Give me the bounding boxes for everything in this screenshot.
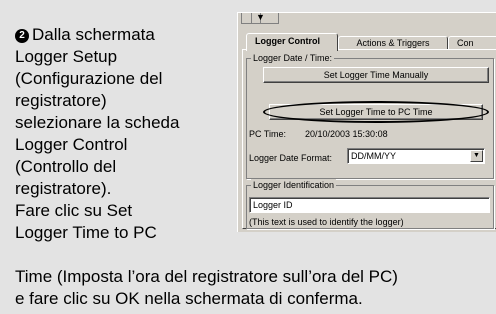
tab-logger-control[interactable]: Logger Control [246, 33, 338, 51]
identification-hint: (This text is used to identify the logge… [249, 217, 404, 227]
instruction-line: Logger Control [15, 135, 128, 154]
instruction-line: selezionare la scheda [15, 113, 180, 132]
set-time-manually-button[interactable]: Set Logger Time Manually [263, 67, 489, 83]
instruction-line: registratore) [15, 91, 107, 110]
identification-group: Logger Identification Logger ID (This te… [246, 179, 494, 229]
group-label: Logger Date / Time: [251, 52, 335, 64]
tab-actions-triggers[interactable]: Actions & Triggers [338, 36, 448, 50]
instruction-line: Logger Setup [15, 47, 118, 66]
pc-time-label: PC Time: [249, 129, 287, 139]
instruction-line: (Controllo del [15, 157, 117, 176]
instruction-line: Fare clic su Set [15, 201, 133, 220]
instruction-line: (Configurazione del [15, 69, 163, 88]
instruction-line: e fare clic su OK nella schermata di con… [15, 289, 363, 308]
instruction-line: 2 Dalla schermata [15, 24, 243, 46]
instruction-line: registratore). [15, 179, 112, 198]
instruction-line: Time (Imposta l’ora del registratore sul… [15, 267, 398, 286]
date-time-group: Logger Date / Time: Set Logger Time Manu… [246, 52, 494, 179]
chevron-down-icon[interactable]: ▼ [470, 150, 483, 162]
caret-icon: ▼ [256, 12, 265, 22]
date-format-select[interactable]: DD/MM/YY ▼ [347, 148, 485, 164]
group-label: Logger Identification [251, 179, 337, 191]
tab-panel: Logger Date / Time: Set Logger Time Manu… [242, 49, 496, 229]
logger-setup-dialog: ▼ Logger Control Actions & Triggers Con … [237, 12, 496, 232]
set-time-to-pc-button[interactable]: Set Logger Time to PC Time [269, 104, 483, 120]
pc-time-value: 20/10/2003 15:30:08 [305, 129, 388, 139]
tab-con[interactable]: Con [448, 36, 496, 50]
date-format-label: Logger Date Format: [249, 153, 333, 163]
instruction-text: 2 Dalla schermata Logger Setup (Configura… [15, 24, 243, 244]
instruction-line: Logger Time to PC [15, 223, 157, 242]
tab-strip: Logger Control Actions & Triggers Con [244, 32, 496, 51]
step-number-badge: 2 [15, 29, 29, 43]
logger-id-input[interactable]: Logger ID [249, 197, 490, 213]
instruction-text-tail: Time (Imposta l’ora del registratore sul… [15, 266, 495, 310]
date-format-value: DD/MM/YY [351, 151, 396, 161]
spin-control[interactable]: ▼ [241, 13, 279, 24]
